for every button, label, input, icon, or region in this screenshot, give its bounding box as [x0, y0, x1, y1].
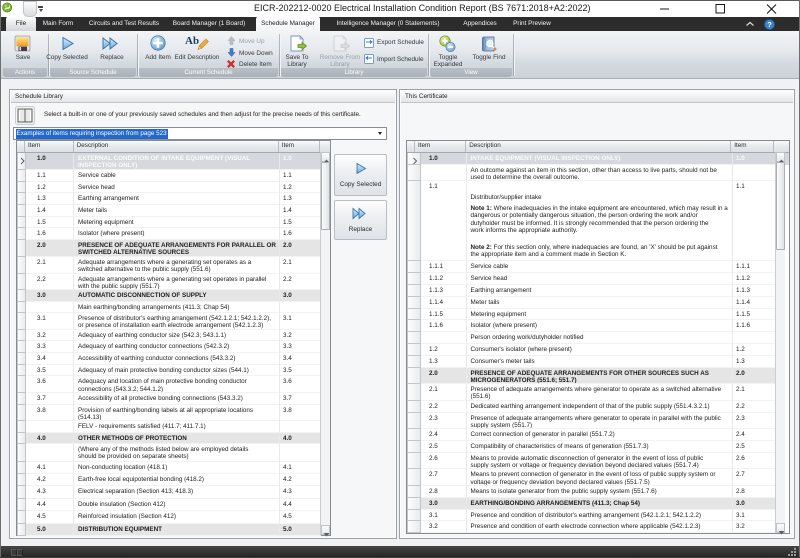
svg-text:?: ? [767, 20, 772, 29]
